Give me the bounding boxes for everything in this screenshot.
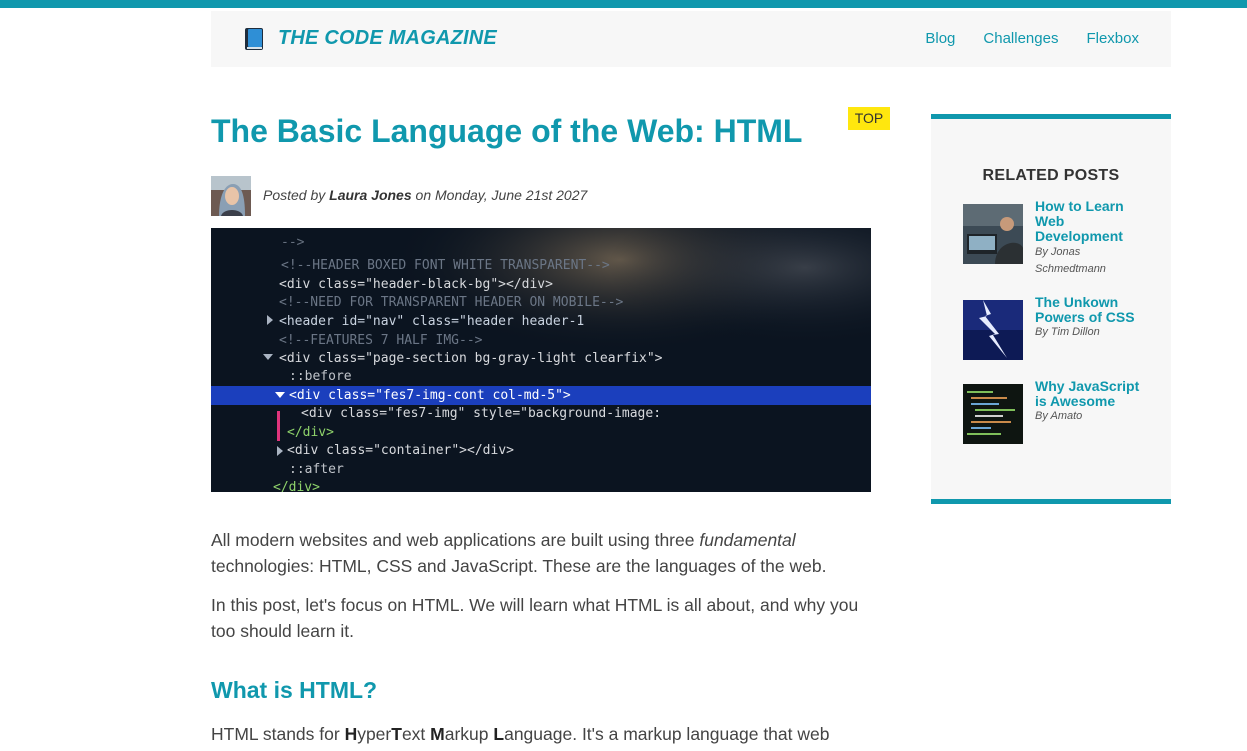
nav-blog-link[interactable]: Blog bbox=[925, 30, 955, 47]
post-title: The Basic Language of the Web: HTML bbox=[211, 113, 803, 149]
related-post-author: By Tim Dillon bbox=[1035, 326, 1100, 338]
book-icon[interactable] bbox=[244, 27, 264, 51]
post-hero-image: --> <!--HEADER BOXED FONT WHITE TRANSPAR… bbox=[211, 228, 871, 492]
main-nav: Blog Challenges Flexbox bbox=[925, 30, 1139, 47]
code-line: <!--HEADER BOXED FONT WHITE TRANSPARENT-… bbox=[281, 258, 610, 273]
related-post-thumbnail[interactable] bbox=[963, 300, 1023, 360]
definition-text: yper bbox=[357, 724, 392, 744]
acronym-letter: H bbox=[344, 724, 358, 744]
related-post-link[interactable]: Why JavaScript is Awesome bbox=[1035, 379, 1153, 409]
related-post-thumbnail[interactable] bbox=[963, 384, 1023, 444]
related-posts-title: RELATED POSTS bbox=[982, 167, 1120, 184]
code-line: <!--FEATURES 7 HALF IMG--> bbox=[279, 333, 483, 348]
related-post-thumbnail[interactable] bbox=[963, 204, 1023, 264]
definition-text: ext bbox=[401, 724, 431, 744]
site-brand[interactable]: THE CODE MAGAZINE bbox=[278, 27, 497, 50]
code-line: --> bbox=[281, 235, 305, 250]
related-post-link[interactable]: The Unkown Powers of CSS bbox=[1035, 295, 1153, 325]
related-post-link[interactable]: How to Learn Web Development bbox=[1035, 199, 1153, 244]
section-heading: What is HTML? bbox=[211, 677, 378, 703]
top-tag-badge: TOP bbox=[848, 107, 890, 130]
code-line: <header id="nav" class="header header-1 bbox=[279, 314, 584, 329]
definition-prefix: HTML stands for bbox=[211, 724, 345, 744]
related-post-author: By Jonas Schmedtmann bbox=[1035, 246, 1106, 275]
nav-flexbox-link[interactable]: Flexbox bbox=[1086, 30, 1139, 47]
related-posts-sidebar: RELATED POSTS How to Learn Web Developme… bbox=[931, 114, 1171, 504]
code-line: ::before bbox=[289, 369, 352, 384]
acronym-letter: L bbox=[493, 724, 505, 744]
code-line: <div class="fes7-img" style="background-… bbox=[301, 406, 661, 421]
definition-text: arkup bbox=[444, 724, 494, 744]
code-line: <div class="container"></div> bbox=[287, 443, 514, 458]
intro-text-end: technologies: HTML, CSS and JavaScript. … bbox=[211, 556, 827, 576]
code-line: </div> bbox=[287, 425, 334, 440]
definition-paragraph: HTML stands for HyperText Markup Languag… bbox=[211, 721, 871, 747]
acronym-letter: M bbox=[430, 724, 445, 744]
code-line: <div class="header-black-bg"></div> bbox=[279, 277, 553, 292]
acronym-letter: T bbox=[391, 724, 402, 744]
intro-text-start: All modern websites and web applications… bbox=[211, 530, 700, 550]
post-byline: Posted by Laura Jones on Monday, June 21… bbox=[263, 187, 587, 203]
site-header: THE CODE MAGAZINE Blog Challenges Flexbo… bbox=[211, 11, 1171, 67]
byline-prefix: Posted by bbox=[263, 187, 326, 203]
definition-text: anguage. It's a markup language that web bbox=[504, 724, 830, 744]
code-line: <div class="fes7-img-cont col-md-5"> bbox=[289, 388, 571, 403]
code-line: <div class="page-section bg-gray-light c… bbox=[279, 351, 663, 366]
nav-challenges-link[interactable]: Challenges bbox=[983, 30, 1058, 47]
related-post-author: By Amato bbox=[1035, 410, 1083, 422]
intro-emphasis: fundamental bbox=[699, 530, 796, 550]
focus-paragraph: In this post, let's focus on HTML. We wi… bbox=[211, 595, 859, 641]
byline-date: on Monday, June 21st 2027 bbox=[415, 187, 588, 203]
code-line: </div> bbox=[273, 480, 320, 492]
code-line: <!--NEED FOR TRANSPARENT HEADER ON MOBIL… bbox=[279, 295, 624, 310]
code-line: ::after bbox=[289, 462, 344, 477]
author-avatar bbox=[211, 176, 251, 216]
intro-paragraph: All modern websites and web applications… bbox=[211, 527, 871, 579]
author-name: Laura Jones bbox=[329, 187, 412, 203]
top-accent-bar bbox=[0, 0, 1247, 8]
